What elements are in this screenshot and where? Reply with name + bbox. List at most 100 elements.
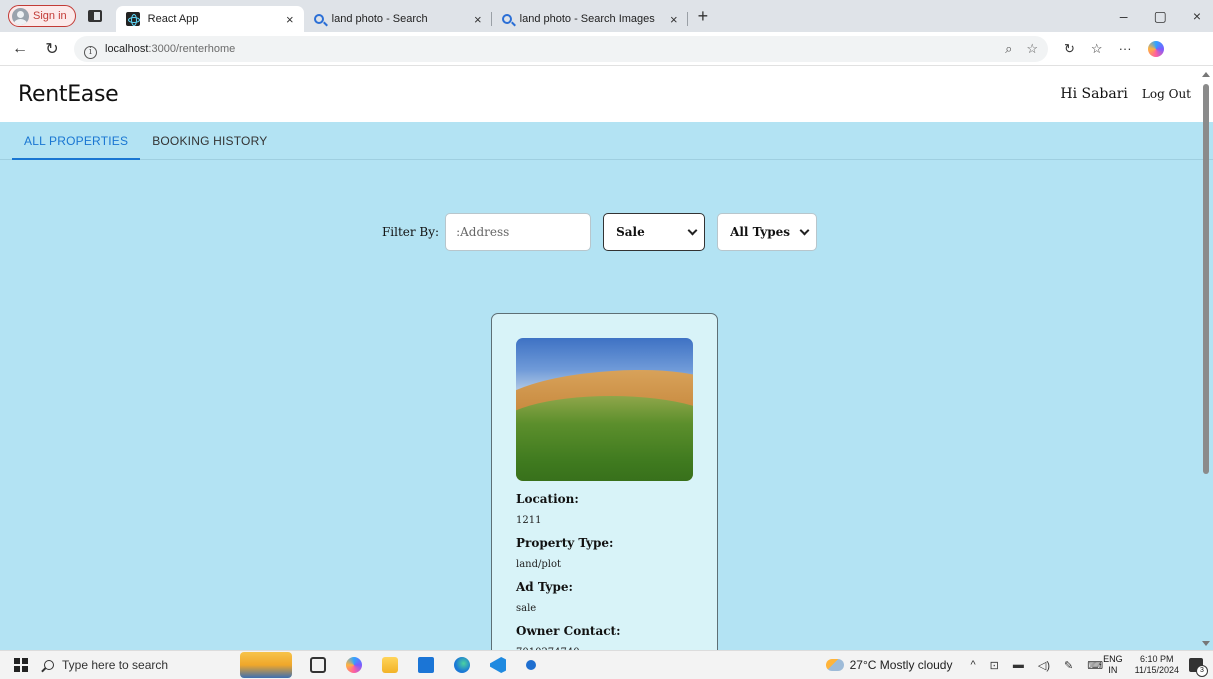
- tab-separator: [686, 12, 688, 26]
- restore-button[interactable]: ▢: [1154, 8, 1167, 25]
- battery-icon[interactable]: ▬: [1013, 659, 1024, 671]
- page-viewport: RentEase Hi Sabari Log Out ALL PROPERTIE…: [0, 66, 1213, 650]
- sign-in-label: Sign in: [33, 10, 67, 22]
- refresh-icon[interactable]: ↻: [40, 39, 64, 59]
- url-host: localhost: [105, 42, 149, 55]
- language-region: IN: [1108, 665, 1118, 675]
- workspaces-icon[interactable]: [87, 10, 102, 22]
- search-icon: [44, 660, 54, 670]
- favorite-star-icon[interactable]: ☆: [1026, 41, 1038, 57]
- copilot-taskbar-icon[interactable]: [346, 657, 362, 673]
- address-filter-input[interactable]: [445, 213, 592, 251]
- store-icon[interactable]: [418, 657, 434, 673]
- system-clock[interactable]: 6:10 PM 11/15/2024: [1135, 654, 1179, 676]
- scrollbar-thumb[interactable]: [1203, 84, 1209, 474]
- tab-title: land photo - Search: [331, 13, 428, 25]
- ad-type-selected-value: Sale: [616, 225, 645, 239]
- search-favicon-icon: [313, 14, 324, 24]
- scroll-up-icon[interactable]: [1202, 72, 1210, 77]
- weather-text: 27°C Mostly cloudy: [849, 658, 953, 672]
- widgets-icon[interactable]: [240, 652, 292, 678]
- owner-contact-label: Owner Contact:: [516, 624, 621, 638]
- refresh-page-icon[interactable]: ↻: [1064, 41, 1075, 57]
- keyboard-icon[interactable]: ⌨: [1087, 659, 1103, 672]
- logout-button[interactable]: Log Out: [1142, 87, 1191, 101]
- clock-time: 6:10 PM: [1140, 654, 1174, 664]
- tab-close-icon[interactable]: ×: [286, 12, 294, 27]
- window-controls: – ▢ ×: [1120, 8, 1213, 25]
- property-details: Location: 1211 Property Type: land/plot …: [516, 488, 717, 650]
- browser-tab-react-app[interactable]: React App ×: [115, 6, 304, 32]
- browser-toolbar: ← ↻ i localhost:3000/renterhome ⌕ ☆ ↻ ☆ …: [0, 32, 1213, 66]
- tab-close-icon[interactable]: ×: [474, 12, 482, 27]
- browser-tab-land-photo-images[interactable]: land photo - Search Images ×: [492, 6, 688, 32]
- page-scrollbar[interactable]: [1202, 70, 1210, 650]
- app-header: RentEase Hi Sabari Log Out: [0, 66, 1213, 122]
- windows-taskbar: Type here to search 27°C Mostly cloudy ^…: [0, 650, 1213, 679]
- property-type-select[interactable]: All Types: [717, 213, 818, 251]
- language-indicator[interactable]: ENG IN: [1103, 654, 1123, 676]
- profile-sign-in-button[interactable]: Sign in: [8, 5, 76, 27]
- tray-app-icon[interactable]: ⊡: [990, 659, 999, 672]
- search-favicon-icon: [501, 14, 512, 24]
- site-info-icon[interactable]: i: [84, 45, 97, 59]
- clock-date: 11/15/2024: [1134, 665, 1179, 675]
- ad-type-select[interactable]: Sale: [603, 213, 706, 251]
- tab-close-icon[interactable]: ×: [670, 12, 678, 27]
- minimize-button[interactable]: –: [1120, 8, 1128, 25]
- address-bar[interactable]: i localhost:3000/renterhome ⌕ ☆: [74, 35, 1048, 62]
- windows-start-icon[interactable]: [14, 658, 28, 672]
- property-card[interactable]: Location: 1211 Property Type: land/plot …: [491, 313, 718, 650]
- location-label: Location:: [516, 492, 579, 506]
- location-value: 1211: [516, 515, 542, 526]
- close-window-button[interactable]: ×: [1193, 8, 1201, 25]
- pinned-apps: [310, 657, 536, 673]
- owner-contact-value: 7010274740: [516, 642, 717, 650]
- chevron-down-icon: [687, 225, 698, 235]
- copilot-icon[interactable]: [1147, 40, 1164, 57]
- pen-icon[interactable]: ✎: [1064, 659, 1073, 672]
- profile-avatar-icon: [12, 7, 29, 25]
- user-greeting: Hi Sabari: [1060, 86, 1128, 102]
- file-explorer-icon[interactable]: [382, 657, 398, 673]
- notification-icon[interactable]: [1189, 658, 1208, 677]
- system-tray: ^ ⊡ ▬ ◁) ✎ ⌨: [970, 659, 1103, 672]
- taskbar-search-placeholder: Type here to search: [62, 658, 169, 672]
- filter-label: Filter By:: [381, 225, 440, 239]
- tab-title: land photo - Search Images: [519, 13, 655, 25]
- ad-type-label: Ad Type:: [516, 580, 573, 594]
- language-code: ENG: [1103, 654, 1123, 664]
- read-aloud-icon[interactable]: ⌕: [1005, 41, 1012, 57]
- favorites-icon[interactable]: ☆: [1091, 41, 1103, 57]
- tab-all-properties[interactable]: ALL PROPERTIES: [12, 134, 141, 160]
- weather-widget[interactable]: 27°C Mostly cloudy: [825, 658, 953, 672]
- property-type-value: land/plot: [516, 559, 562, 570]
- browser-tab-land-photo-search[interactable]: land photo - Search ×: [304, 6, 492, 32]
- app-running-icon[interactable]: [526, 660, 536, 670]
- task-view-icon[interactable]: [310, 657, 326, 673]
- chevron-down-icon: [799, 225, 810, 235]
- filter-bar: Filter By: Sale All Types: [0, 212, 1213, 252]
- property-type-label: Property Type:: [516, 536, 614, 550]
- brand-logo[interactable]: RentEase: [18, 82, 119, 107]
- property-photo: [516, 338, 693, 481]
- tab-booking-history[interactable]: BOOKING HISTORY: [140, 134, 279, 159]
- scroll-down-icon[interactable]: [1202, 641, 1210, 646]
- weather-cloud-icon: [825, 659, 844, 671]
- photo-field-shape: [516, 396, 693, 481]
- url-path: :3000/renterhome: [148, 42, 236, 55]
- ad-type-value: sale: [516, 603, 537, 614]
- tab-title: React App: [147, 13, 199, 25]
- renter-nav-tabs: ALL PROPERTIES BOOKING HISTORY: [0, 122, 1213, 160]
- browser-tab-strip: Sign in React App × land photo - Search …: [0, 0, 1213, 32]
- react-favicon-icon: [125, 12, 140, 26]
- vscode-icon[interactable]: [490, 657, 506, 673]
- edge-browser-icon[interactable]: [454, 657, 470, 673]
- taskbar-search-box[interactable]: Type here to search: [44, 651, 234, 679]
- new-tab-button[interactable]: +: [698, 6, 709, 27]
- volume-icon[interactable]: ◁): [1038, 659, 1050, 672]
- tray-overflow-icon[interactable]: ^: [970, 659, 975, 671]
- more-options-icon[interactable]: ···: [1119, 41, 1132, 56]
- back-arrow-icon[interactable]: ←: [8, 40, 32, 58]
- property-type-selected-value: All Types: [730, 225, 791, 239]
